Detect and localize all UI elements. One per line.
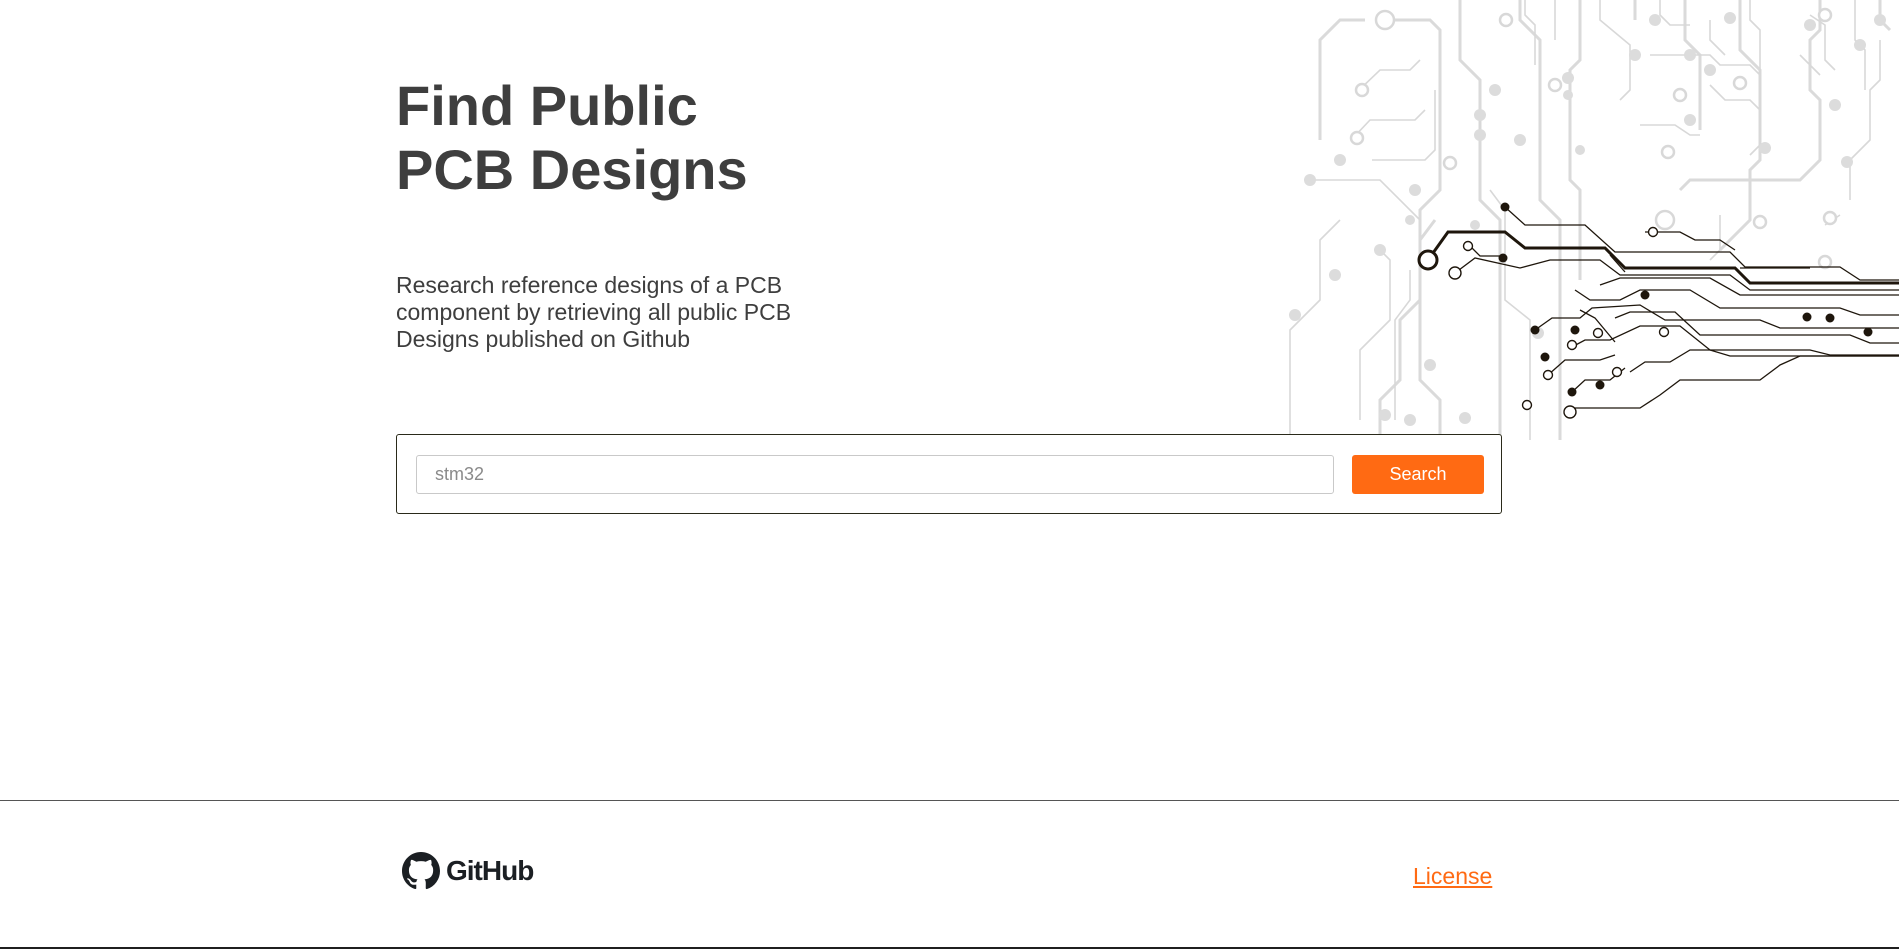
page-description: Research reference designs of a PCB comp… xyxy=(396,272,792,352)
search-panel: Search xyxy=(396,434,1502,514)
pcb-circuit-illustration xyxy=(1289,0,1899,440)
page-title-line-1: Find Public xyxy=(396,74,698,137)
page-title: Find Public PCB Designs xyxy=(396,74,896,202)
search-button[interactable]: Search xyxy=(1352,455,1484,494)
github-link[interactable]: GitHub xyxy=(402,852,534,890)
page: Find Public PCB Designs Research referen… xyxy=(0,0,1899,949)
github-wordmark: GitHub xyxy=(446,855,534,886)
search-input[interactable] xyxy=(416,455,1334,494)
page-title-line-2: PCB Designs xyxy=(396,138,748,201)
github-octocat-icon xyxy=(402,852,440,890)
license-link[interactable]: License xyxy=(1413,863,1492,890)
footer-divider xyxy=(0,800,1899,801)
